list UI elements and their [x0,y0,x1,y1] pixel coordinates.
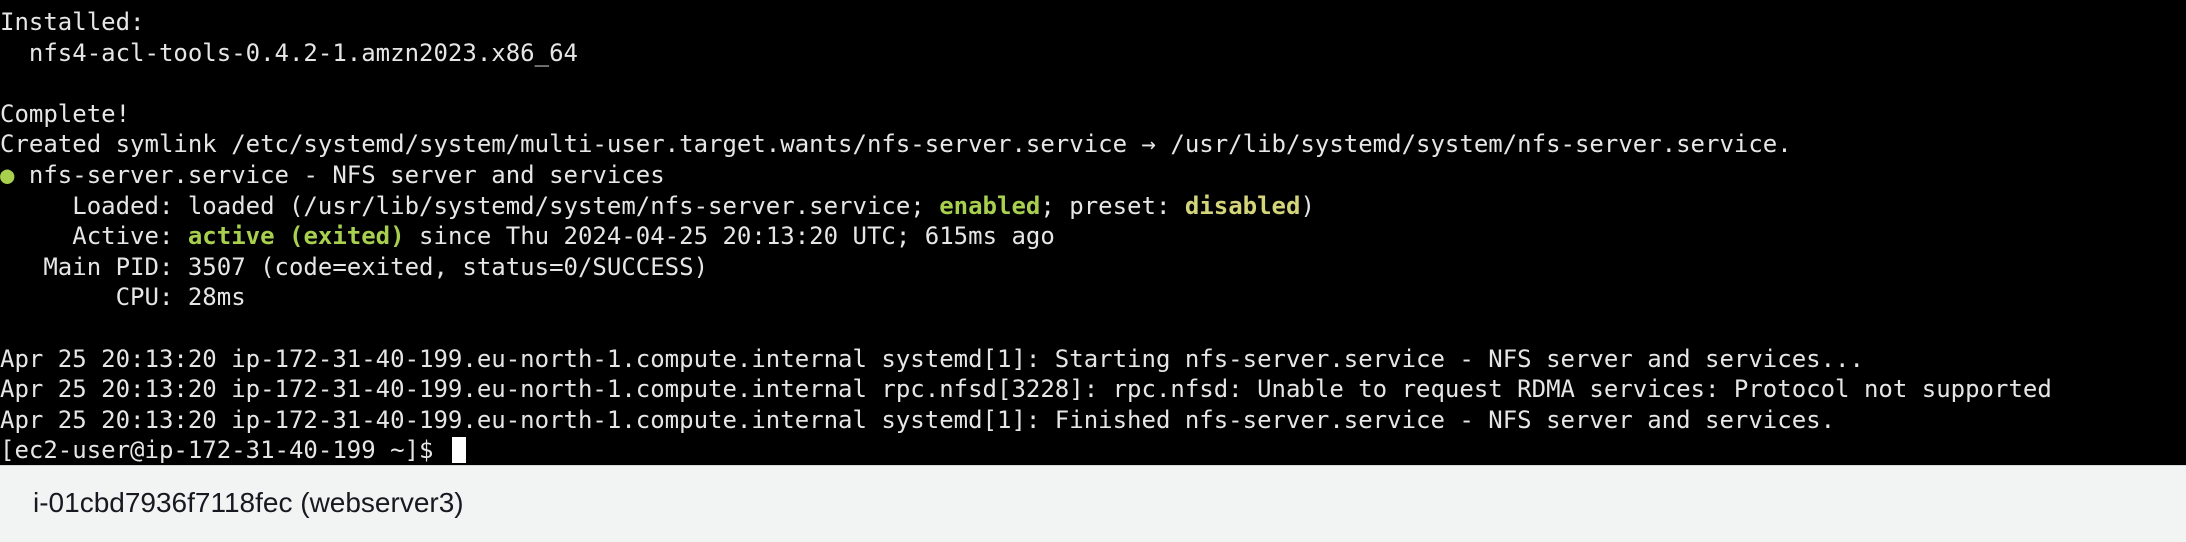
terminal-line-text: Apr 25 20:13:20 ip-172-31-40-199.eu-nort… [0,405,1836,434]
terminal-line: CPU: 28ms [0,282,2052,313]
terminal-line-text: Complete! [0,99,131,128]
terminal-line-text: CPU: 28ms [0,283,246,312]
instance-footer: i-01cbd7936f7118fec (webserver3) [0,465,2186,542]
instance-id-label: i-01cbd7936f7118fec (webserver3) [33,487,464,518]
terminal-line-text: ) [1300,191,1315,220]
terminal-line: Apr 25 20:13:20 ip-172-31-40-199.eu-nort… [0,344,2052,375]
status-dot-icon: ● [0,160,15,189]
shell-prompt: [ec2-user@ip-172-31-40-199 ~]$ [0,436,448,465]
terminal-line: Active: active (exited) since Thu 2024-0… [0,221,2052,252]
terminal-line-text: Installed: [0,8,145,36]
preset-status: disabled [1184,191,1301,220]
terminal-prompt-line[interactable]: [ec2-user@ip-172-31-40-199 ~]$ [0,435,2052,465]
terminal-output: Installed: nfs4-acl-tools-0.4.2-1.amzn20… [0,7,2052,465]
terminal-line: nfs4-acl-tools-0.4.2-1.amzn2023.x86_64 [0,38,2052,69]
terminal-line-text: ; preset: [1040,191,1185,220]
terminal-cursor[interactable] [451,437,466,464]
terminal-line: Loaded: loaded (/usr/lib/systemd/system/… [0,191,2052,222]
terminal-line: Main PID: 3507 (code=exited, status=0/SU… [0,252,2052,283]
terminal-line-text: Apr 25 20:13:20 ip-172-31-40-199.eu-nort… [0,344,1864,373]
active-status: active (exited) [187,222,405,251]
terminal-line: Created symlink /etc/systemd/system/mult… [0,129,2052,160]
terminal-line-text: Active: [0,222,188,251]
terminal-line-text: Loaded: loaded (/usr/lib/systemd/system/… [0,191,940,220]
enabled-status: enabled [939,191,1041,220]
terminal-line: Apr 25 20:13:20 ip-172-31-40-199.eu-nort… [0,374,2052,405]
terminal-line-text: Created symlink /etc/systemd/system/mult… [0,130,1792,159]
terminal-line-text: nfs-server.service - NFS server and serv… [14,160,665,189]
terminal-line: ● nfs-server.service - NFS server and se… [0,160,2052,191]
terminal-line: Complete! [0,99,2052,130]
terminal-line-text: Apr 25 20:13:20 ip-172-31-40-199.eu-nort… [0,375,2052,404]
terminal-line-text: Main PID: 3507 (code=exited, status=0/SU… [0,252,709,281]
terminal-line-text: since Thu 2024-04-25 20:13:20 UTC; 615ms… [404,222,1055,251]
terminal-line: Installed: [0,7,2052,38]
terminal-window[interactable]: Installed: nfs4-acl-tools-0.4.2-1.amzn20… [0,0,2186,465]
terminal-line: Apr 25 20:13:20 ip-172-31-40-199.eu-nort… [0,405,2052,436]
terminal-line-text: nfs4-acl-tools-0.4.2-1.amzn2023.x86_64 [0,38,578,67]
